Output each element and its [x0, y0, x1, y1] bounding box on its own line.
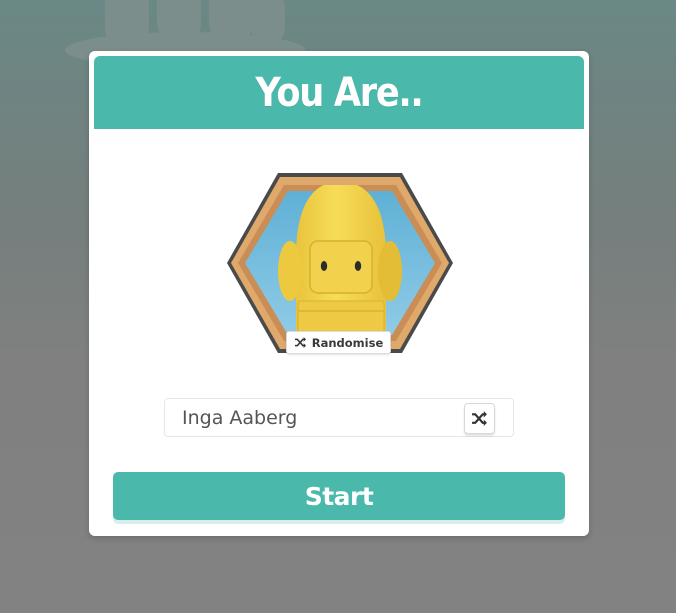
name-shuffle-button[interactable] [464, 403, 495, 434]
start-button[interactable]: Start [113, 472, 565, 520]
character-modal: You Are.. Randomise Inga Aaberg Start [89, 51, 589, 536]
name-input[interactable] [182, 407, 452, 429]
yellow-character-avatar-icon [227, 173, 453, 353]
name-field [164, 398, 514, 437]
modal-header: You Are.. [94, 56, 584, 129]
randomise-button[interactable]: Randomise [286, 331, 391, 354]
modal-title: You Are.. [255, 69, 423, 116]
shuffle-icon [294, 337, 306, 348]
shuffle-icon [472, 411, 487, 426]
avatar [226, 171, 454, 357]
randomise-label: Randomise [311, 335, 384, 350]
